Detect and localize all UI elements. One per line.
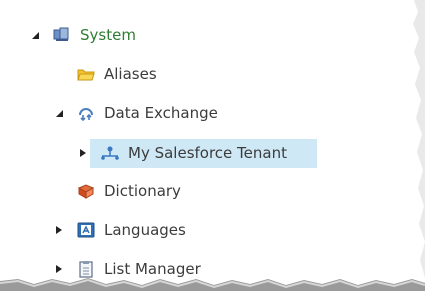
system-icon: [52, 25, 72, 45]
tree-node-label: Aliases: [104, 65, 157, 83]
expand-toggle-tenant[interactable]: [76, 146, 90, 160]
list-manager-icon: [76, 259, 96, 279]
tree-node-data-exchange[interactable]: Data Exchange: [52, 100, 218, 126]
tree-node-label: System: [80, 26, 136, 44]
tree-node-my-salesforce-tenant[interactable]: My Salesforce Tenant: [76, 140, 287, 166]
languages-icon: [76, 220, 96, 240]
collapsed-triangle-icon: [80, 149, 86, 157]
tree-node-label: List Manager: [104, 260, 201, 278]
expand-toggle-data-exchange[interactable]: [52, 106, 66, 120]
dictionary-icon: [76, 181, 96, 201]
expanded-triangle-icon: [56, 110, 63, 117]
expanded-triangle-icon: [32, 32, 39, 39]
tree-node-label: My Salesforce Tenant: [128, 144, 287, 162]
tree-node-aliases[interactable]: Aliases: [76, 61, 157, 87]
folder-icon: [76, 64, 96, 84]
content-tree-panel: System Aliases Data Exchange My Salesfor…: [0, 0, 425, 291]
expand-toggle-list-manager[interactable]: [52, 262, 66, 276]
tree-node-languages[interactable]: Languages: [52, 217, 186, 243]
collapsed-triangle-icon: [56, 265, 62, 273]
tenant-icon: [100, 143, 120, 163]
tree-node-label: Dictionary: [104, 182, 181, 200]
tree-node-label: Data Exchange: [104, 104, 218, 122]
collapsed-triangle-icon: [56, 226, 62, 234]
tree-node-system[interactable]: System: [28, 22, 136, 48]
tree-node-label: Languages: [104, 221, 186, 239]
expand-toggle-languages[interactable]: [52, 223, 66, 237]
tree-node-dictionary[interactable]: Dictionary: [76, 178, 181, 204]
tree-node-list-manager[interactable]: List Manager: [52, 256, 201, 282]
expand-toggle-system[interactable]: [28, 28, 42, 42]
data-exchange-icon: [76, 103, 96, 123]
